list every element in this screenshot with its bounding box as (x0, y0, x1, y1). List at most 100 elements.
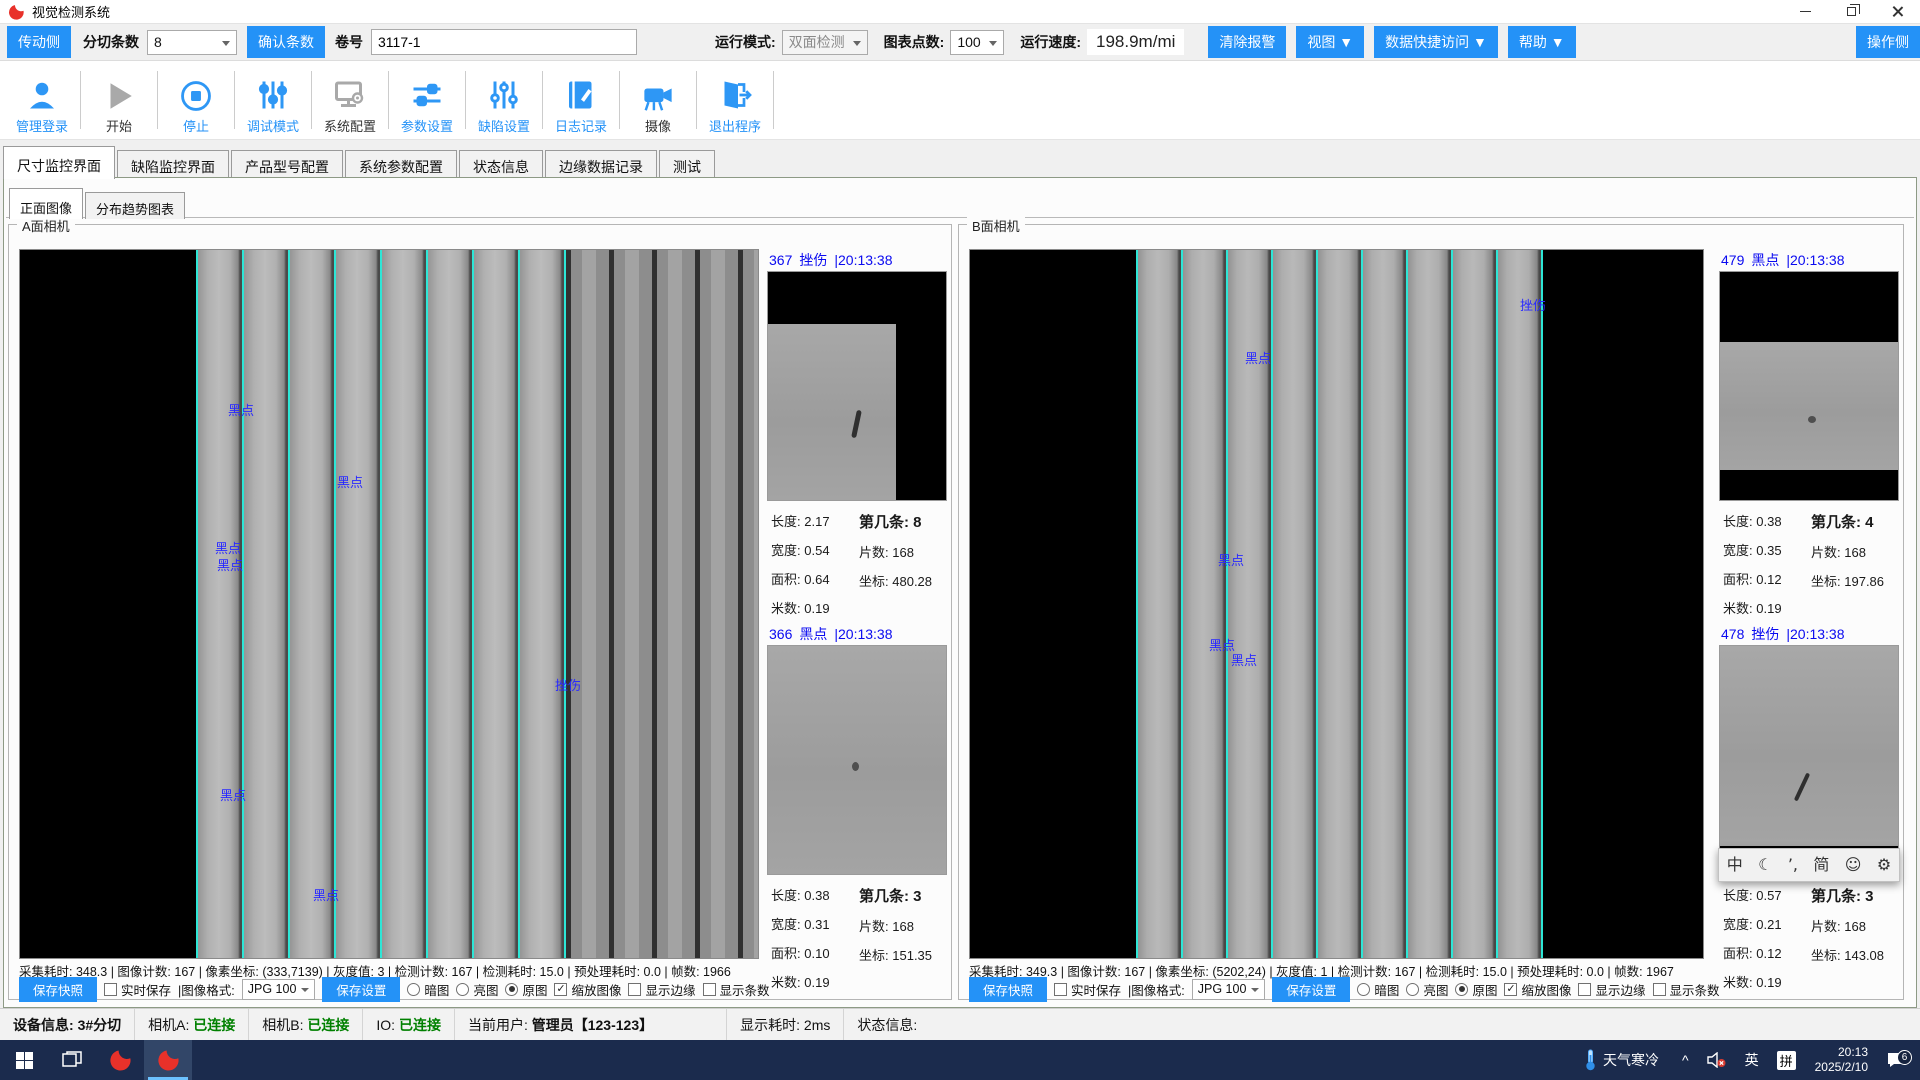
tab-test[interactable]: 测试 (659, 150, 715, 179)
stat-label: 宽度: (1723, 543, 1753, 558)
weather-widget[interactable]: 天气寒冷 (1570, 1049, 1673, 1071)
roll-number-input[interactable] (371, 29, 637, 55)
ime-lang-mode[interactable]: 中 (1727, 857, 1743, 873)
bright-image-label: 亮图 (1423, 980, 1448, 999)
tab-front-image[interactable]: 正面图像 (9, 188, 83, 219)
save-snapshot-button[interactable]: 保存快照 (19, 977, 97, 1002)
stat-label: 面积: (771, 572, 801, 587)
realtime-save-checkbox[interactable] (104, 983, 117, 996)
defect-thumbnail[interactable] (767, 645, 947, 875)
stat-value: 168 (892, 545, 914, 560)
help-menu-button[interactable]: 帮助 ▼ (1508, 26, 1576, 58)
run-mode-select[interactable]: 双面检测 (782, 30, 868, 55)
image-format-select[interactable]: JPG 100 (242, 979, 316, 1000)
stat-value: 2.17 (804, 514, 829, 529)
taskbar-app-icon[interactable] (96, 1040, 144, 1080)
task-view-button[interactable] (48, 1040, 96, 1080)
exit-program-button[interactable]: 退出程序 (697, 65, 773, 135)
stat-label: 坐标: (1811, 574, 1841, 589)
data-quick-access-button[interactable]: 数据快捷访问 ▼ (1374, 26, 1498, 58)
view-menu-button[interactable]: 视图 ▼ (1296, 26, 1364, 58)
capture-button[interactable]: 摄像 (620, 65, 696, 135)
ime-punctuation-mode[interactable]: ’, (1788, 857, 1798, 873)
stat-label: 宽度: (771, 917, 801, 932)
stat-value: 0.64 (804, 572, 829, 587)
system-config-button[interactable]: 系统配置 (312, 65, 388, 135)
tab-trend-chart[interactable]: 分布趋势图表 (85, 192, 185, 219)
drive-side-button[interactable]: 传动侧 (7, 26, 71, 58)
clear-alarm-button[interactable]: 清除报警 (1208, 26, 1286, 58)
show-edge-checkbox[interactable] (1578, 983, 1591, 996)
stat-value: 0.10 (804, 946, 829, 961)
slit-count-select[interactable]: 8 (147, 30, 237, 55)
bright-image-radio[interactable] (456, 983, 469, 996)
moon-icon[interactable]: ☾ (1758, 857, 1772, 873)
start-button[interactable]: 开始 (81, 65, 157, 135)
ime-mode-indicator[interactable]: 拼 (1768, 1040, 1805, 1080)
restore-button[interactable] (1828, 0, 1874, 24)
ime-simplified-mode[interactable]: 简 (1813, 857, 1829, 873)
language-indicator[interactable]: 英 (1736, 1040, 1768, 1080)
stat-label: 坐标: (859, 948, 889, 963)
emoji-icon[interactable]: ☺ (1845, 857, 1862, 873)
taskbar-app-icon-active[interactable] (144, 1040, 192, 1080)
camera-a-view[interactable]: 黑点 黑点 黑点 黑点 挫伤 黑点 黑点 (19, 249, 759, 959)
start-button[interactable] (0, 1040, 48, 1080)
tab-product-model-config[interactable]: 产品型号配置 (231, 150, 343, 179)
dark-image-radio[interactable] (1357, 983, 1370, 996)
show-edge-checkbox[interactable] (628, 983, 641, 996)
param-settings-button[interactable]: 参数设置 (389, 65, 465, 135)
log-record-button[interactable]: 日志记录 (543, 65, 619, 135)
zoom-image-label: 缩放图像 (1521, 980, 1571, 999)
tab-edge-data-record[interactable]: 边缘数据记录 (545, 150, 657, 179)
dark-image-radio[interactable] (407, 983, 420, 996)
tab-status-info[interactable]: 状态信息 (459, 150, 543, 179)
tab-system-param-config[interactable]: 系统参数配置 (345, 150, 457, 179)
camera-b-view[interactable]: 挫伤 黑点 黑点 黑点 黑点 (969, 249, 1704, 959)
save-settings-button[interactable]: 保存设置 (322, 977, 400, 1002)
zoom-image-checkbox[interactable] (554, 983, 567, 996)
stat-label: 面积: (1723, 572, 1753, 587)
admin-login-button[interactable]: 管理登录 (4, 65, 80, 135)
camera-a-strip-boundaries (196, 250, 566, 958)
app-logo-icon (157, 1049, 179, 1071)
confirm-count-button[interactable]: 确认条数 (247, 26, 325, 58)
h-sliders-icon (409, 77, 445, 113)
stop-button[interactable]: 停止 (158, 65, 234, 135)
operator-side-button[interactable]: 操作侧 (1856, 26, 1920, 58)
tab-size-monitor[interactable]: 尺寸监控界面 (3, 146, 115, 179)
defect-thumbnail[interactable] (1719, 271, 1899, 501)
show-count-checkbox[interactable] (703, 983, 716, 996)
original-image-radio[interactable] (505, 983, 518, 996)
close-button[interactable] (1874, 0, 1920, 24)
minimize-button[interactable] (1782, 0, 1828, 24)
app-logo-icon (109, 1049, 131, 1071)
show-count-checkbox[interactable] (1653, 983, 1666, 996)
stat-label: 长度: (771, 888, 801, 903)
save-settings-button[interactable]: 保存设置 (1272, 977, 1350, 1002)
save-snapshot-button[interactable]: 保存快照 (969, 977, 1047, 1002)
defect-time: |20:13:38 (1786, 252, 1844, 268)
image-format-select[interactable]: JPG 100 (1192, 979, 1266, 1000)
chart-points-select[interactable]: 100 (950, 30, 1004, 55)
zoom-image-checkbox[interactable] (1504, 983, 1517, 996)
sub-tab-strip: 正面图像 分布趋势图表 (9, 186, 187, 218)
notification-badge: 6 (1897, 1050, 1912, 1065)
volume-muted-button[interactable] (1698, 1040, 1736, 1080)
bright-image-radio[interactable] (1406, 983, 1419, 996)
defect-settings-button[interactable]: 缺陷设置 (466, 65, 542, 135)
realtime-save-checkbox[interactable] (1054, 983, 1067, 996)
defect-thumbnail[interactable] (1719, 645, 1899, 875)
tab-defect-monitor[interactable]: 缺陷监控界面 (117, 150, 229, 179)
user-icon (24, 77, 60, 113)
gear-icon[interactable]: ⚙ (1877, 857, 1891, 873)
defect-thumbnail[interactable] (767, 271, 947, 501)
bright-image-label: 亮图 (473, 980, 498, 999)
debug-mode-button[interactable]: 调试模式 (235, 65, 311, 135)
notification-center-button[interactable]: 6 (1878, 1051, 1920, 1069)
stat-value: 8 (913, 514, 921, 531)
taskbar-clock[interactable]: 20:13 2025/2/10 (1805, 1045, 1878, 1075)
original-image-radio[interactable] (1455, 983, 1468, 996)
defect-marker-label: 黑点 (217, 555, 243, 574)
tray-expand-button[interactable]: ^ (1673, 1040, 1698, 1080)
